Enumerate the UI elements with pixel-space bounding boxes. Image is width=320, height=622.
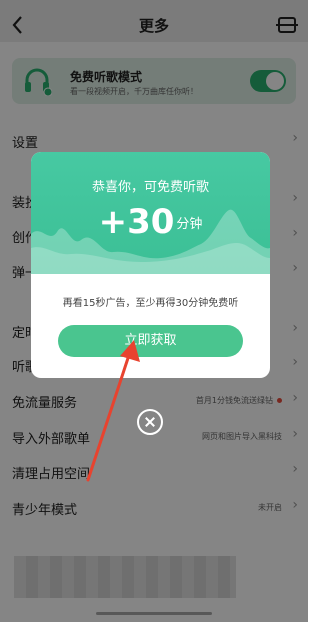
bonus-unit: 分钟 xyxy=(176,216,203,232)
bonus-amount: +30 分钟 xyxy=(31,202,270,242)
reward-dialog: 恭喜你，可免费听歌 +30 分钟 再看15秒广告，至少再得30分钟免费听 立即获取 xyxy=(31,152,270,378)
dialog-description: 再看15秒广告，至少再得30分钟免费听 xyxy=(62,298,239,309)
dialog-header: 恭喜你，可免费听歌 +30 分钟 xyxy=(31,152,270,274)
dialog-title: 恭喜你，可免费听歌 xyxy=(91,180,209,195)
bonus-value: +30 xyxy=(98,202,175,242)
red-arrow-annotation xyxy=(86,340,140,482)
